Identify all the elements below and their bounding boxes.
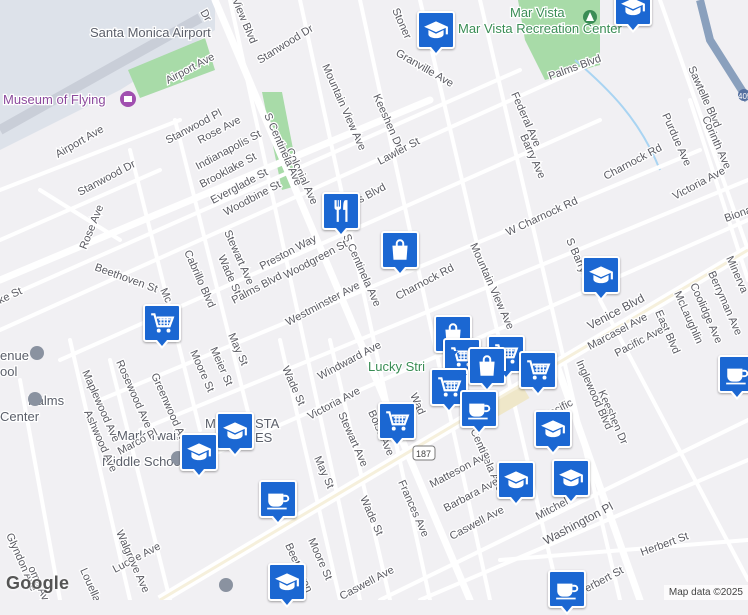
grocery-pin[interactable] <box>143 304 181 349</box>
street-label: Louella <box>77 566 103 600</box>
school-pin[interactable] <box>216 412 254 457</box>
restaurant-pin[interactable] <box>322 192 360 237</box>
school-icon <box>503 467 529 493</box>
coffee-cup-icon <box>466 396 492 422</box>
recreation-label: Mar Vista Recreation Center <box>458 21 622 36</box>
school-pin[interactable] <box>497 461 535 506</box>
street-label: Mc <box>157 286 174 305</box>
street-label: Stewart Ave <box>335 410 370 468</box>
google-logo[interactable]: Google <box>6 573 69 594</box>
airport-label: Santa Monica Airport <box>90 25 211 40</box>
school-pin[interactable] <box>552 459 590 504</box>
school-fragment-label: ool <box>0 364 17 379</box>
museum-label: Museum of Flying <box>3 92 106 107</box>
coffee-cup-icon <box>724 361 748 387</box>
street-label: Stoner <box>389 6 413 41</box>
museum-icon <box>120 91 136 107</box>
street-label: Mountain View Ave <box>467 241 516 331</box>
school-icon <box>540 416 566 442</box>
street-label: Wade St <box>357 494 385 537</box>
street-label: ke St <box>0 285 24 306</box>
venue-label: enue <box>0 348 29 363</box>
grocery-pin[interactable] <box>378 402 416 447</box>
street-label: Stanwood Dr <box>255 22 316 66</box>
coffee-pin[interactable] <box>460 390 498 435</box>
shopping-pin[interactable] <box>381 231 419 276</box>
park-icon <box>583 10 597 24</box>
school-icon <box>222 418 248 444</box>
school-pin[interactable] <box>417 11 455 56</box>
coffee-pin[interactable] <box>259 480 297 525</box>
freeway-405 <box>696 0 748 103</box>
school-icon <box>588 262 614 288</box>
recreation-label-1: Mar Vista <box>510 5 565 20</box>
school-pin[interactable] <box>614 0 652 33</box>
map-canvas[interactable]: 405 187 Santa Monica Airport Museum of F… <box>0 0 748 600</box>
shopping-cart-icon <box>525 357 551 383</box>
route-shield-label: 187 <box>416 449 431 459</box>
school-pin[interactable] <box>534 410 572 455</box>
restaurant-icon <box>328 198 354 224</box>
school-pin[interactable] <box>582 256 620 301</box>
street-label: Airport Ave <box>54 123 106 160</box>
freeway-shield-label: 405 <box>738 92 748 101</box>
street-label: Cabrillo Blvd <box>181 248 217 309</box>
shopping-cart-icon <box>149 310 175 336</box>
grocery-pin[interactable] <box>519 351 557 396</box>
school-pin[interactable] <box>180 433 218 478</box>
school-icon <box>620 0 646 20</box>
street-label: Granville Ave <box>394 47 456 90</box>
school-icon <box>423 17 449 43</box>
marvista-label-3: ES <box>255 430 273 445</box>
school-icon <box>274 569 300 595</box>
coffee-cup-icon <box>265 486 291 512</box>
marvista-label-1: M <box>205 416 216 431</box>
palms-center-label: Center <box>0 409 40 424</box>
shopping-pin[interactable] <box>468 347 506 392</box>
school-icon <box>558 465 584 491</box>
coffee-pin[interactable] <box>718 355 748 400</box>
coffee-cup-icon <box>554 576 580 602</box>
school-icon <box>186 439 212 465</box>
street-label: Beethoven St <box>93 262 159 296</box>
marvista-label-2: STA <box>255 416 280 431</box>
shopping-cart-icon <box>384 408 410 434</box>
street-label: Minerva <box>723 254 748 295</box>
shopping-bag-icon <box>474 353 500 379</box>
school-pin[interactable] <box>268 563 306 608</box>
shopping-bag-icon <box>387 237 413 263</box>
map-attribution[interactable]: Map data ©2025 <box>663 585 748 600</box>
lucky-strike-label: Lucky Stri <box>368 359 425 374</box>
coffee-pin[interactable] <box>548 570 586 615</box>
street-label: W Charnock Rd <box>504 195 579 239</box>
street-label: May St <box>225 331 250 367</box>
